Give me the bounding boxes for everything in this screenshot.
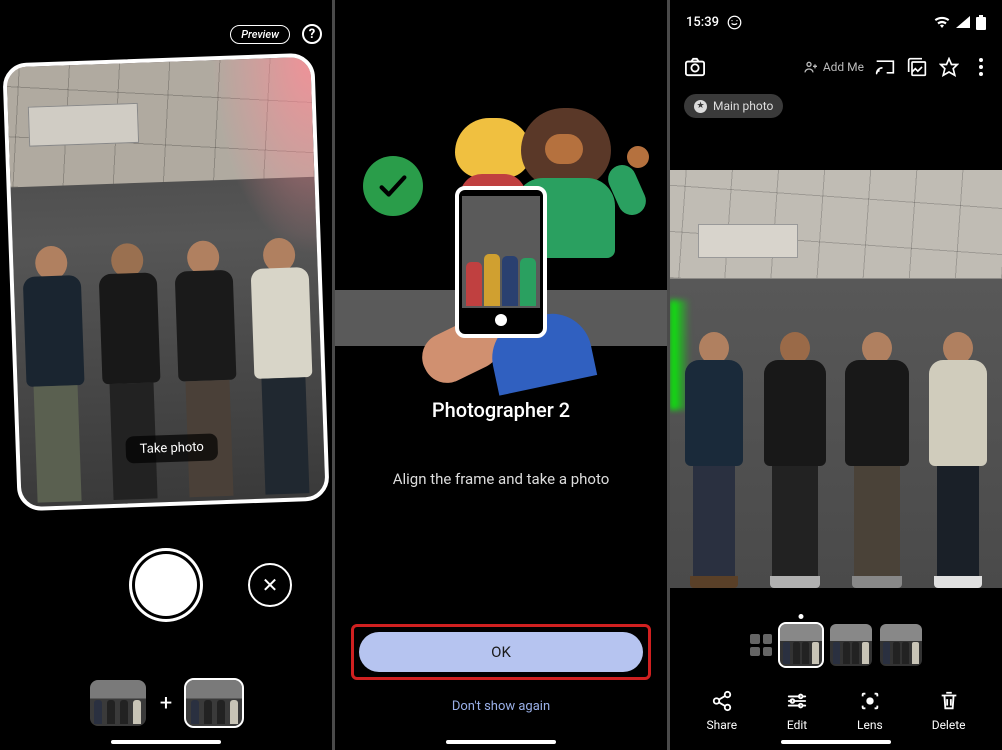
delete-label: Delete	[932, 718, 966, 732]
lens-label: Lens	[857, 718, 883, 732]
shutter-button[interactable]	[135, 554, 197, 616]
lens-button[interactable]: Lens	[857, 690, 883, 732]
dialog-subtitle: Align the frame and take a photo	[355, 470, 647, 488]
photo-action-bar: Share Edit Lens Delete	[682, 690, 990, 732]
nav-home-indicator[interactable]	[781, 740, 891, 744]
dont-show-again-link[interactable]: Don't show again	[335, 699, 667, 714]
photos-viewer-688 -screen: 15:39 Add Me	[670, 0, 1002, 750]
viewfinder-frame: Take photo	[2, 53, 329, 512]
illustration-phone-frame	[455, 186, 547, 338]
ok-button-highlight: OK	[351, 624, 651, 680]
main-photo-label: Main photo	[713, 99, 773, 113]
gallery-icon[interactable]	[906, 56, 928, 78]
addme-thumb-2-selected[interactable]	[186, 680, 242, 726]
edit-button[interactable]: Edit	[786, 690, 808, 732]
ok-button[interactable]: OK	[359, 632, 643, 672]
camera-icon[interactable]	[684, 56, 706, 78]
photo-thumbstrip	[670, 624, 1002, 666]
dialog-title: Photographer 2	[335, 398, 667, 422]
take-photo-hint: Take photo	[125, 433, 218, 463]
whatsapp-icon	[727, 15, 742, 30]
photographer2-info-screen: Photographer 2 Align the frame and take …	[335, 0, 667, 750]
signal-icon	[956, 16, 970, 28]
photo-thumb-2[interactable]	[830, 624, 872, 666]
close-icon[interactable]: ✕	[248, 563, 292, 607]
wifi-icon	[934, 16, 950, 28]
star-filled-icon: ★	[694, 100, 707, 113]
photo-thumb-3[interactable]	[880, 624, 922, 666]
check-icon	[363, 156, 423, 216]
edit-label: Edit	[787, 718, 807, 732]
nav-home-indicator[interactable]	[446, 740, 556, 744]
more-icon[interactable]	[970, 56, 992, 78]
delete-button[interactable]: Delete	[932, 690, 966, 732]
main-photo-chip[interactable]: ★ Main photo	[684, 94, 783, 118]
photo-thumb-1-selected[interactable]	[780, 624, 822, 666]
addme-label: Add Me	[823, 60, 864, 74]
addme-button[interactable]: Add Me	[803, 59, 864, 75]
star-icon[interactable]	[938, 56, 960, 78]
help-icon[interactable]: ?	[302, 24, 322, 44]
photo-viewer-topbar: Add Me	[684, 56, 992, 78]
preview-button[interactable]: Preview	[230, 25, 290, 44]
addme-thumb-1[interactable]	[90, 680, 146, 726]
share-label: Share	[706, 718, 737, 732]
instruction-illustration	[335, 80, 667, 370]
camera-addme-screen: Preview ? Take photo ✕ +	[0, 0, 332, 750]
addme-thumb-row: +	[0, 680, 332, 726]
photo-content[interactable]	[670, 170, 1002, 588]
share-button[interactable]: Share	[706, 690, 737, 732]
battery-icon	[976, 15, 986, 30]
cast-icon[interactable]	[874, 56, 896, 78]
nav-home-indicator[interactable]	[111, 740, 221, 744]
plus-icon: +	[160, 691, 172, 716]
grid-view-icon[interactable]	[750, 634, 772, 656]
status-bar: 15:39	[686, 12, 986, 32]
clock-label: 15:39	[686, 15, 719, 30]
